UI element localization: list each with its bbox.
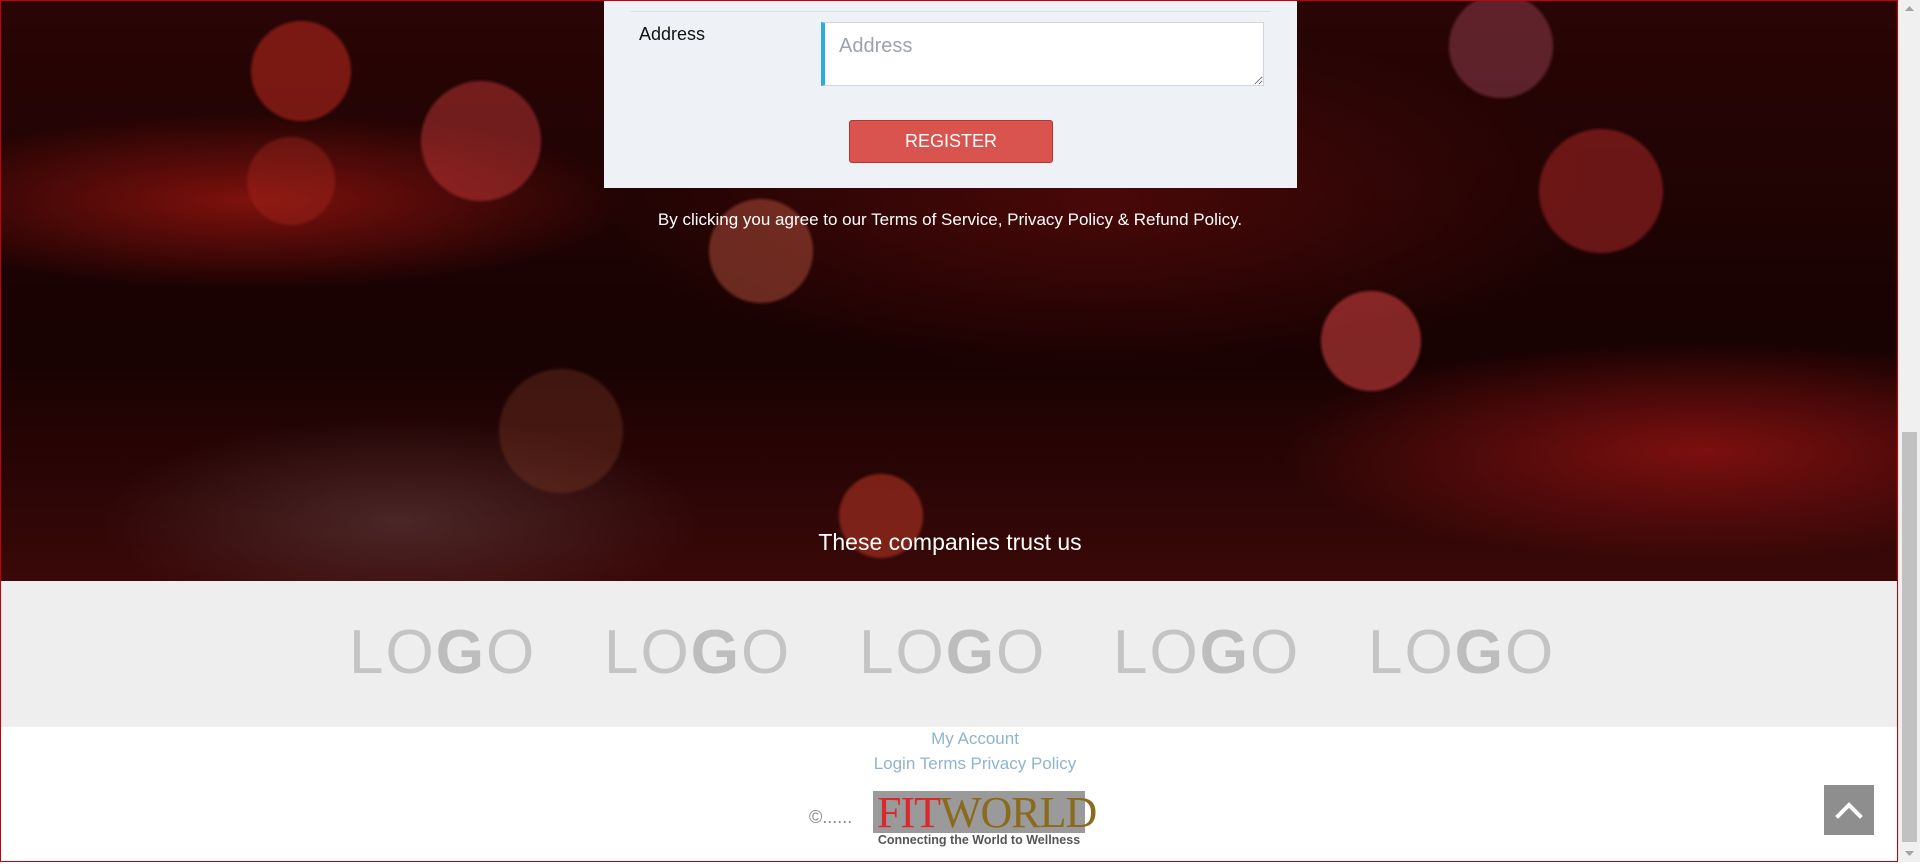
scroll-down-button[interactable] [1899, 845, 1920, 862]
form-divider [630, 11, 1270, 12]
terms-agreement-text: By clicking you agree to our Terms of Se… [657, 210, 1243, 229]
footer-links-row: My Account [1, 729, 1897, 749]
trust-heading: These companies trust us [818, 529, 1082, 555]
triangle-down-icon [1905, 851, 1914, 856]
back-to-top-button[interactable] [1824, 785, 1874, 835]
hero-background: Address REGISTER By clicking you agree t… [1, 1, 1897, 581]
register-button[interactable]: REGISTER [849, 120, 1053, 163]
fitworld-logo[interactable]: FITWORLD Connecting the World to Wellnes… [873, 791, 1097, 849]
partner-logo: LOGO [1368, 618, 1556, 687]
partner-logo: LOGO [1113, 618, 1301, 687]
my-account-link[interactable]: My Account [931, 729, 1019, 748]
partner-logo: LOGO [859, 618, 1047, 687]
scroll-up-button[interactable] [1899, 0, 1920, 17]
terms-link[interactable]: Terms [920, 754, 966, 773]
triangle-up-icon [1905, 6, 1914, 11]
login-link[interactable]: Login [874, 754, 916, 773]
chevron-up-icon [1835, 802, 1863, 819]
brand-name: FITWORLD [877, 788, 1097, 837]
brand-logo-box: FITWORLD [873, 791, 1097, 835]
partner-logo: LOGO [604, 618, 792, 687]
vertical-scrollbar[interactable] [1898, 0, 1920, 862]
page-viewport: Address REGISTER By clicking you agree t… [0, 0, 1898, 862]
brand-tagline: Connecting the World to Wellness [877, 833, 1081, 847]
scrollbar-thumb[interactable] [1902, 432, 1917, 842]
partner-logo: LOGO [349, 618, 537, 687]
privacy-policy-link[interactable]: Privacy Policy [970, 754, 1076, 773]
registration-form-card: Address REGISTER [604, 1, 1297, 188]
footer: My Account Login Terms Privacy Policy ©.… [1, 727, 1897, 861]
address-input[interactable] [821, 22, 1264, 86]
footer-links-row: Login Terms Privacy Policy [1, 754, 1897, 774]
copyright-text: ©...... [809, 807, 853, 827]
partner-logo-strip: LOGO LOGO LOGO LOGO LOGO [1, 581, 1897, 727]
address-label: Address [639, 24, 706, 44]
